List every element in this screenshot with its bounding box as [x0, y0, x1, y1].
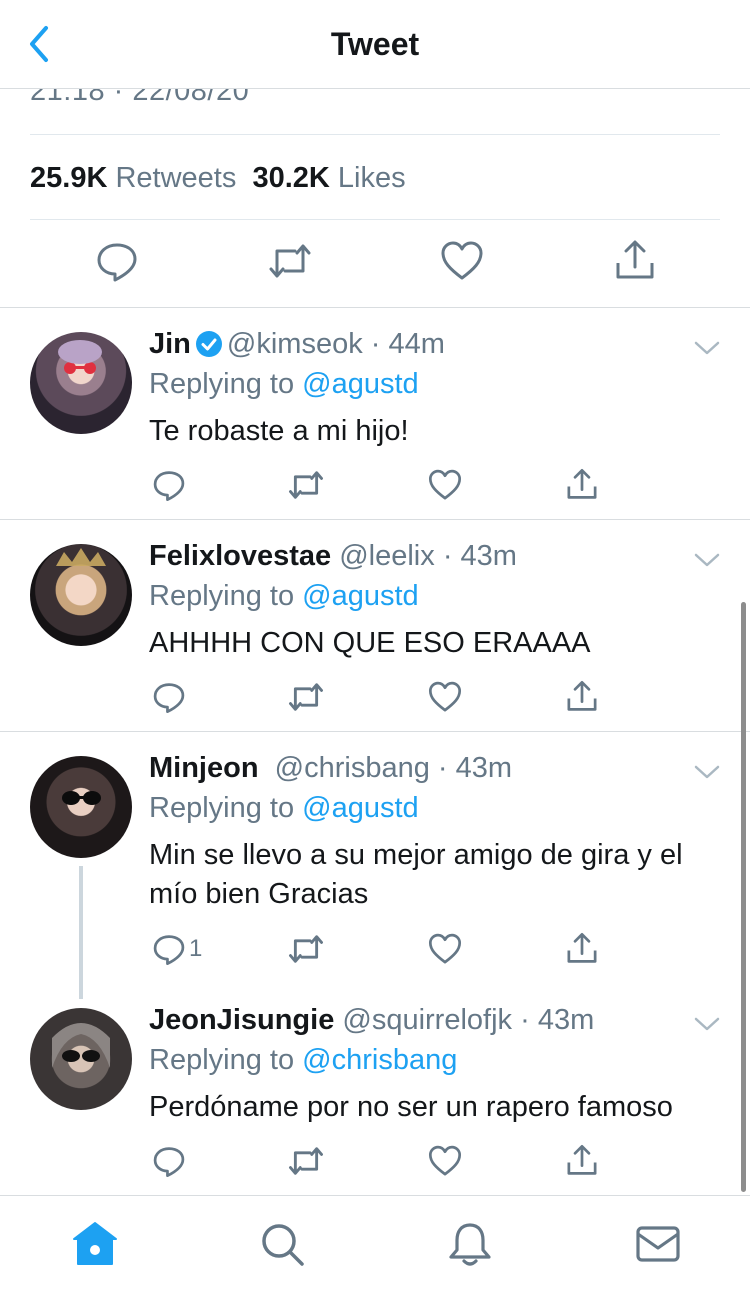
tweet-time: · 44m — [370, 328, 445, 360]
avatar[interactable] — [30, 756, 132, 858]
author-handle[interactable]: @chrisbang — [275, 752, 430, 784]
reply-actions — [149, 679, 609, 719]
retweets-count[interactable]: 25.9K — [30, 162, 107, 194]
reply-icon[interactable] — [152, 467, 186, 503]
author-line: Jin @kimseok · 44m — [149, 324, 710, 364]
reply-tweet[interactable]: JeonJisungie @squirrelofjk · 43m Replyin… — [0, 983, 750, 1195]
share-icon[interactable] — [565, 931, 599, 967]
author-handle[interactable]: @kimseok — [227, 328, 363, 360]
likes-label[interactable]: Likes — [338, 162, 406, 194]
reply-icon[interactable] — [152, 679, 186, 715]
share-icon[interactable] — [565, 467, 599, 503]
search-icon[interactable] — [258, 1220, 306, 1268]
reply-icon[interactable] — [152, 931, 186, 967]
replying-to: Replying to @chrisbang — [149, 1040, 710, 1080]
replying-to: Replying to @agustd — [149, 364, 710, 404]
reply-actions: 1 — [149, 931, 609, 971]
like-icon[interactable] — [428, 679, 462, 715]
reply-actions — [149, 467, 609, 507]
retweets-label[interactable]: Retweets — [115, 162, 236, 194]
chevron-down-icon[interactable] — [694, 340, 720, 356]
like-icon[interactable] — [440, 239, 484, 283]
author-name[interactable]: Minjeon — [149, 752, 259, 784]
avatar[interactable] — [30, 332, 132, 434]
retweet-icon[interactable] — [288, 467, 324, 503]
avatar[interactable] — [30, 1008, 132, 1110]
reply-tweet[interactable]: Minjeon @chrisbang · 43m Replying to @ag… — [0, 731, 750, 983]
author-name[interactable]: Felixlovestae — [149, 540, 331, 572]
replying-prefix: Replying to — [149, 580, 295, 612]
home-icon[interactable] — [71, 1220, 119, 1268]
replying-to: Replying to @agustd — [149, 788, 710, 828]
like-icon[interactable] — [428, 931, 462, 967]
author-line: Minjeon @chrisbang · 43m — [149, 748, 710, 788]
tweet-text: Perdóname por no ser un rapero famoso — [149, 1091, 673, 1123]
tweet-actions — [0, 239, 750, 289]
author-handle[interactable]: @squirrelofjk — [342, 1004, 512, 1036]
retweet-icon[interactable] — [268, 239, 312, 283]
bottom-tab-bar — [0, 1195, 750, 1294]
replying-to: Replying to @agustd — [149, 576, 710, 616]
replying-prefix: Replying to — [149, 368, 295, 400]
chevron-down-icon[interactable] — [694, 764, 720, 780]
tweet-stats: 25.9K Retweets 30.2K Likes — [30, 162, 406, 195]
retweet-icon[interactable] — [288, 931, 324, 967]
tweet-text: Min se llevo a su mejor amigo de gira y … — [149, 839, 683, 910]
divider — [30, 134, 720, 135]
replying-to-handle[interactable]: @agustd — [302, 368, 419, 400]
retweet-icon[interactable] — [288, 679, 324, 715]
replying-to-handle[interactable]: @chrisbang — [302, 1044, 457, 1076]
reply-tweet[interactable]: Felixlovestae @leelix · 43m Replying to … — [0, 519, 750, 731]
replying-to-handle[interactable]: @agustd — [302, 792, 419, 824]
replying-prefix: Replying to — [149, 792, 295, 824]
author-line: Felixlovestae @leelix · 43m — [149, 536, 710, 576]
replying-to-handle[interactable]: @agustd — [302, 580, 419, 612]
tweet-text: Te robaste a mi hijo! — [149, 415, 409, 447]
replying-prefix: Replying to — [149, 1044, 295, 1076]
author-name[interactable]: JeonJisungie — [149, 1004, 334, 1036]
reply-icon[interactable] — [95, 239, 139, 283]
like-icon[interactable] — [428, 1143, 462, 1179]
reply-icon[interactable] — [152, 1143, 186, 1179]
share-icon[interactable] — [613, 239, 657, 283]
reply-actions — [149, 1143, 609, 1183]
avatar[interactable] — [30, 544, 132, 646]
divider — [30, 219, 720, 220]
tweet-time: · 43m — [437, 752, 513, 784]
author-name[interactable]: Jin — [149, 328, 191, 360]
tweet-timestamp: 21:18 · 22/08/20 — [30, 89, 250, 107]
top-bar: Tweet — [0, 0, 750, 89]
like-icon[interactable] — [428, 467, 462, 503]
likes-count[interactable]: 30.2K — [252, 162, 329, 194]
tweet-text: AHHHH CON QUE ESO ERAAAA — [149, 627, 591, 659]
reply-count: 1 — [189, 935, 203, 962]
verified-badge-icon — [195, 331, 222, 357]
page-title: Tweet — [330, 26, 420, 62]
reply-tweet[interactable]: Jin @kimseok · 44m Replying to @agustd Te… — [0, 307, 750, 519]
author-handle[interactable]: @leelix — [339, 540, 435, 572]
scrollbar[interactable] — [741, 602, 746, 1192]
author-line: JeonJisungie @squirrelofjk · 43m — [149, 1000, 710, 1040]
chevron-down-icon[interactable] — [694, 552, 720, 568]
tweet-time: · 43m — [442, 540, 517, 572]
mail-icon[interactable] — [634, 1220, 682, 1268]
retweet-icon[interactable] — [288, 1143, 324, 1179]
share-icon[interactable] — [565, 1143, 599, 1179]
share-icon[interactable] — [565, 679, 599, 715]
tweet-detail: 21:18 · 22/08/20 25.9K Retweets 30.2K Li… — [0, 89, 750, 1195]
tweet-time: · 43m — [520, 1004, 595, 1036]
bell-icon[interactable] — [446, 1220, 494, 1268]
chevron-down-icon[interactable] — [694, 1016, 720, 1032]
